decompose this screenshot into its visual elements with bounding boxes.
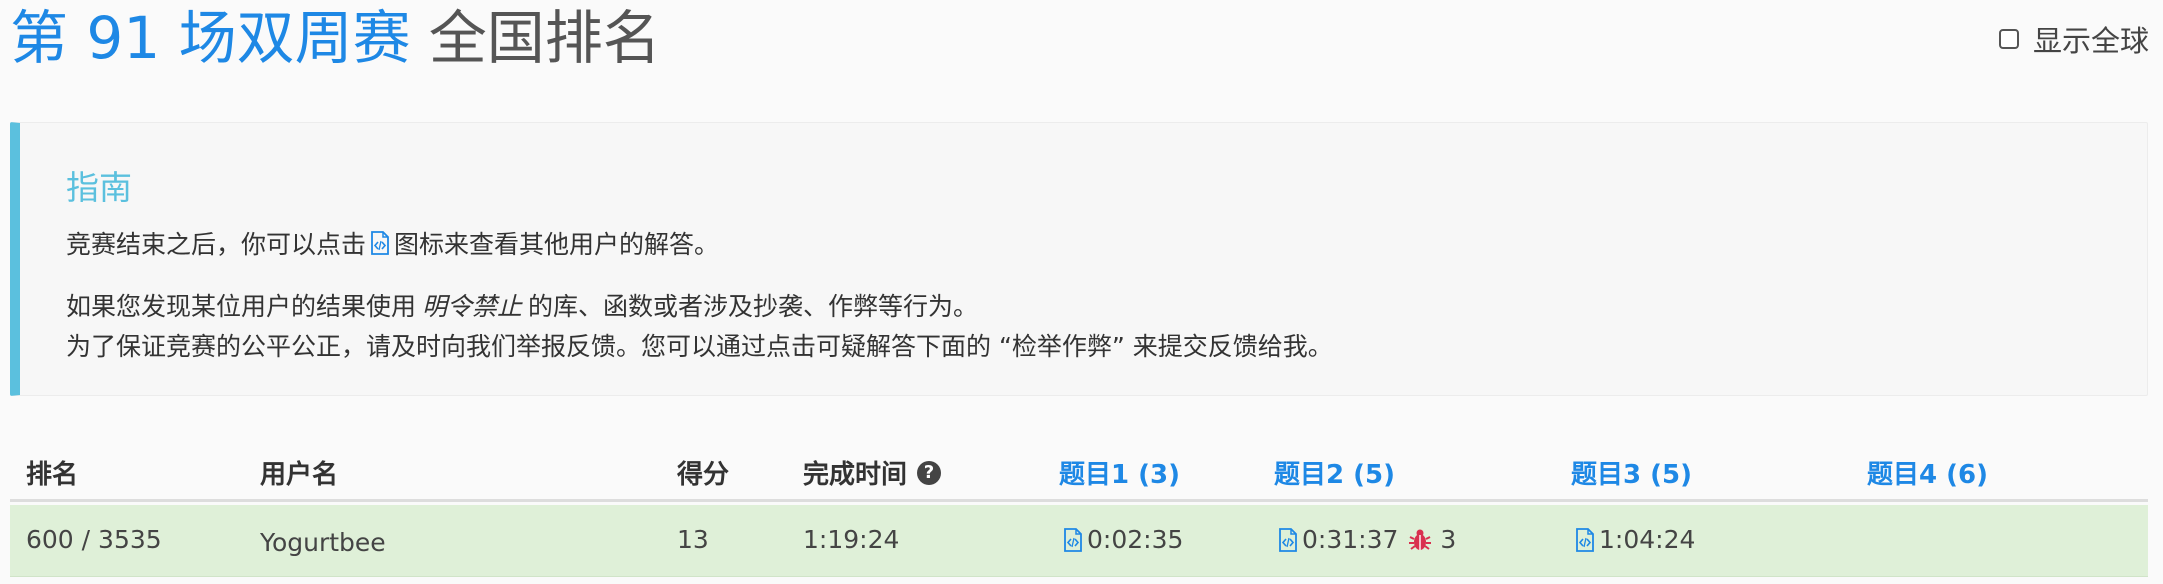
page-title: 第 91 场双周赛 全国排名 [10, 0, 661, 76]
ranking-title: 全国排名 [428, 4, 661, 72]
guide-line-1: 竞赛结束之后，你可以点击 图标来查看其他用户的解答。 [66, 225, 719, 261]
row-question-2: 0:31:37 3 [1274, 525, 1456, 554]
guide-line-2-after: 的库、函数或者涉及抄袭、作弊等行为。 [528, 292, 979, 321]
header-rank: 排名 [26, 460, 79, 490]
bug-icon [1409, 529, 1432, 550]
code-file-icon[interactable] [1278, 527, 1298, 552]
show-global-label[interactable]: 显示全球 [2033, 18, 2149, 60]
header-question-1[interactable]: 题目1 (3) [1059, 454, 1180, 491]
header-question-3[interactable]: 题目3 (5) [1571, 454, 1692, 491]
row-question-1: 0:02:35 [1059, 525, 1183, 554]
code-file-icon [371, 231, 389, 255]
contest-title[interactable]: 第 91 场双周赛 [10, 0, 411, 76]
guide-panel: 指南 竞赛结束之后，你可以点击 图标来查看其他用户的解答。 如果您发现某位用户的… [10, 122, 2148, 396]
guide-line-2-before: 如果您发现某位用户的结果使用 [66, 292, 417, 321]
header-question-4[interactable]: 题目4 (6) [1867, 454, 1988, 491]
ranking-table-header: 排名 用户名 得分 完成时间 ? 题目1 (3) 题目2 (5) 题目3 (5)… [10, 440, 2148, 502]
row-finish-time: 1:19:24 [803, 525, 900, 554]
guide-title: 指南 [66, 168, 132, 207]
code-file-icon[interactable] [1063, 527, 1083, 552]
row-question-1-time: 0:02:35 [1087, 525, 1184, 554]
row-question-2-penalty: 3 [1440, 525, 1457, 554]
show-global-checkbox[interactable] [1998, 29, 2019, 49]
guide-line-2: 如果您发现某位用户的结果使用 明令禁止 的库、函数或者涉及抄袭、作弊等行为。 [66, 287, 978, 323]
guide-line-1-before: 竞赛结束之后，你可以点击 [66, 230, 367, 259]
row-rank: 600 / 3535 [26, 525, 162, 554]
header-question-2[interactable]: 题目2 (5) [1274, 454, 1395, 491]
guide-line-1-after: 图标来查看其他用户的解答。 [394, 230, 720, 259]
row-score: 13 [677, 525, 709, 554]
code-file-icon[interactable] [1575, 527, 1595, 552]
row-question-3: 1:04:24 [1571, 525, 1695, 554]
header-username: 用户名 [260, 460, 339, 490]
question-circle-icon[interactable]: ? [917, 460, 942, 485]
row-username[interactable]: Yogurtbee [260, 528, 386, 557]
show-global-toggle[interactable]: 显示全球 [1998, 18, 2149, 60]
header-score: 得分 [677, 460, 730, 490]
header-finish-time: 完成时间 ? [803, 454, 942, 491]
row-question-3-time: 1:04:24 [1599, 525, 1696, 554]
row-question-2-time: 0:31:37 [1302, 525, 1399, 554]
contest-ranking-page: 第 91 场双周赛 全国排名 显示全球 指南 竞赛结束之后，你可以点击 图标来查… [0, 0, 2163, 584]
header-finish-time-label: 完成时间 [803, 460, 908, 490]
guide-line-2-italic: 明令禁止 [422, 292, 523, 321]
guide-line-3: 为了保证竞赛的公平公正，请及时向我们举报反馈。您可以通过点击可疑解答下面的 “检… [66, 332, 1333, 361]
table-row: 600 / 3535 Yogurtbee 13 1:19:24 0:02:35 … [10, 505, 2148, 577]
